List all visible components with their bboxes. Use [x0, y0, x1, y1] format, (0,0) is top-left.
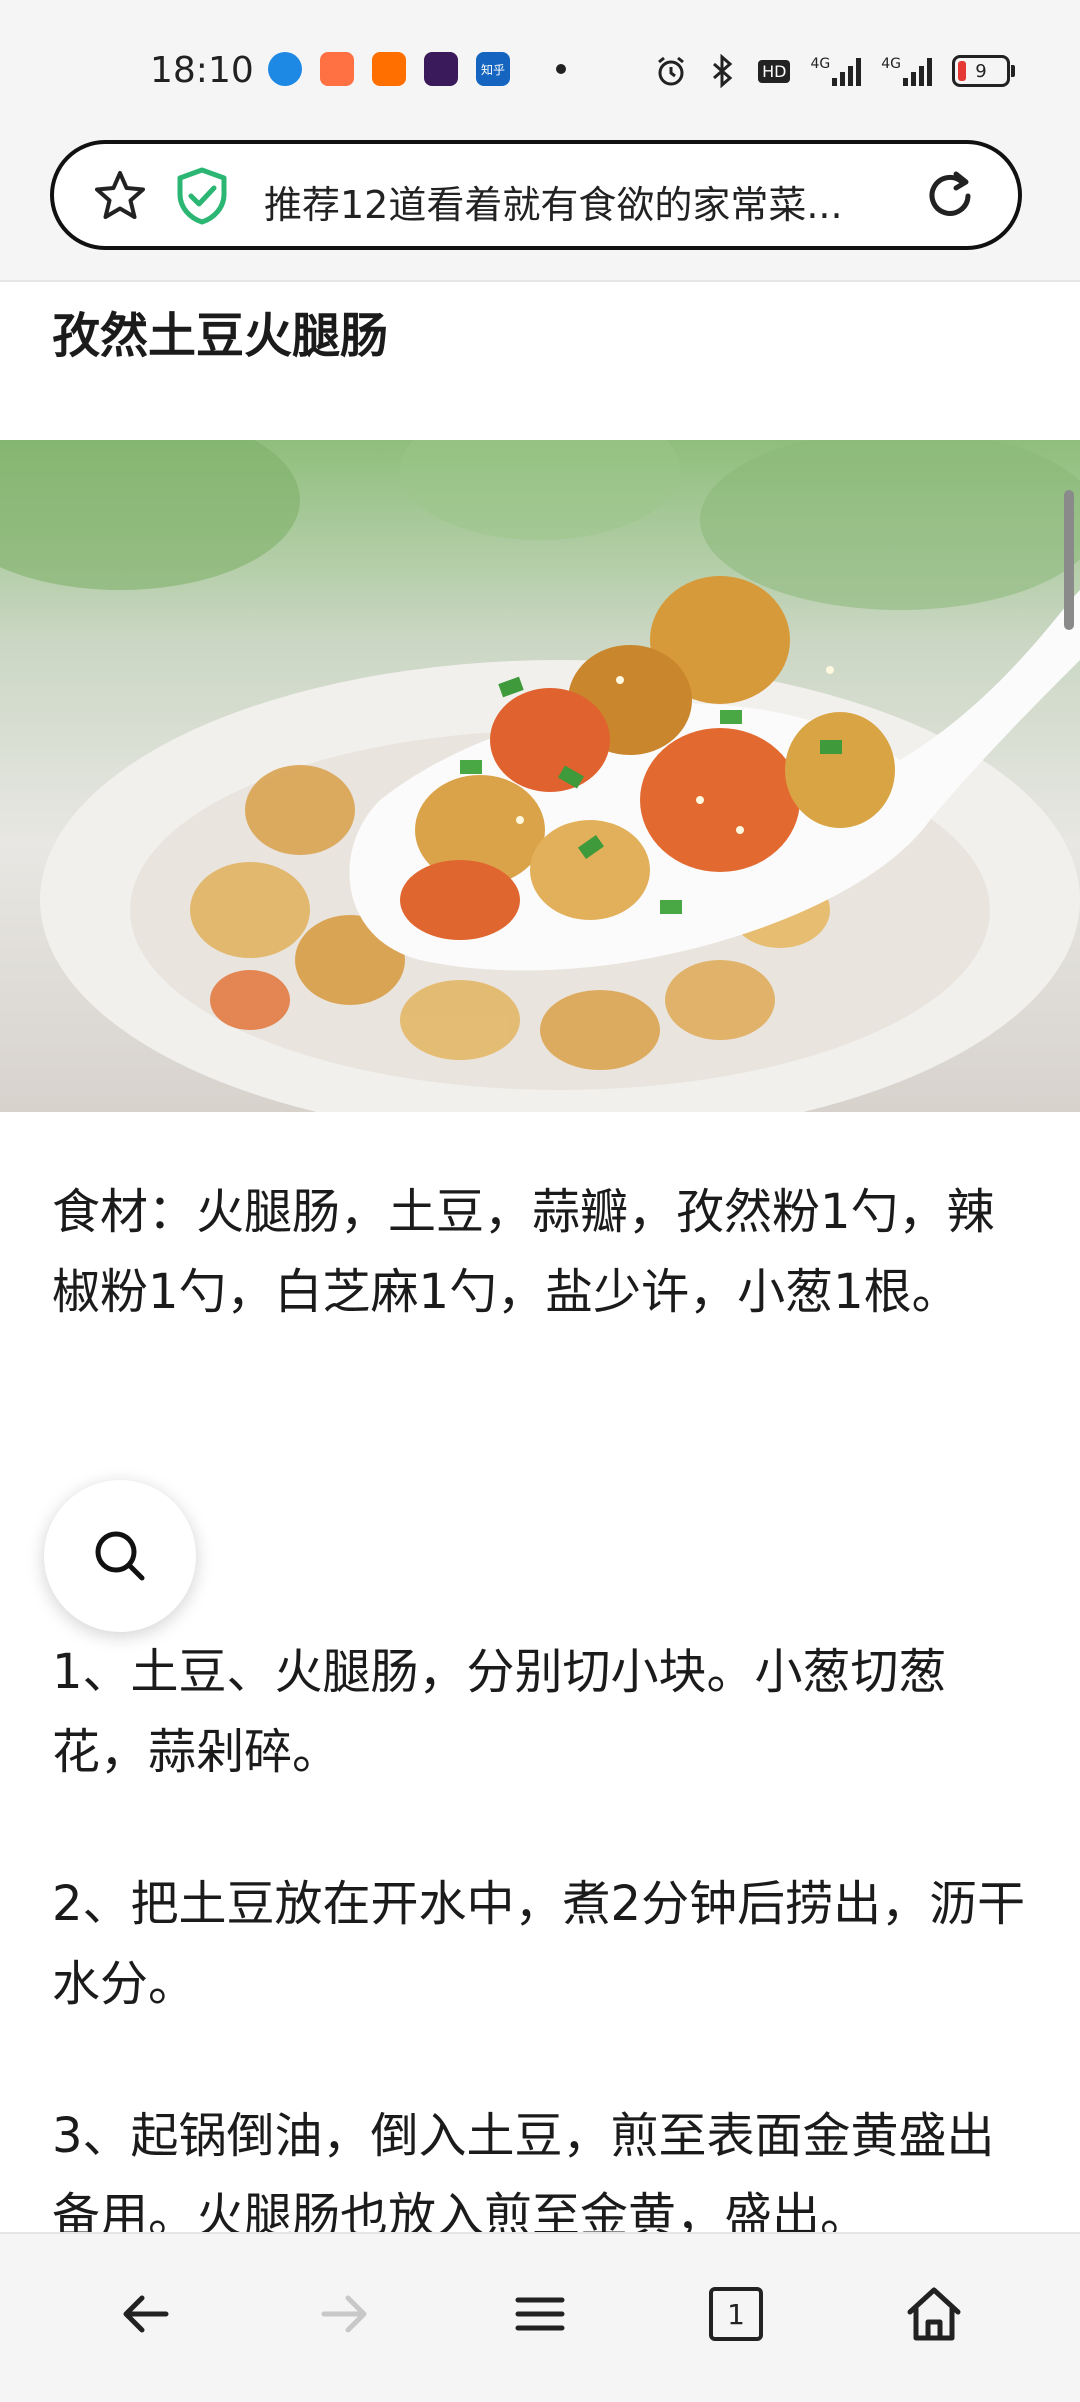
app-icon-3 [372, 52, 406, 86]
forward-button[interactable] [304, 2274, 384, 2354]
food-illustration [0, 440, 1080, 1112]
status-time: 18:10 [150, 50, 254, 91]
arrow-left-icon [123, 2295, 169, 2333]
home-icon [907, 2287, 961, 2341]
bottom-navigation-bar: 1 [0, 2232, 1080, 2402]
refresh-icon[interactable] [920, 166, 980, 226]
step-2: 2、把土豆放在开水中，煮2分钟后捞出，沥干水分。 [52, 1876, 1026, 2012]
search-icon [95, 1531, 145, 1581]
status-right: HD 4G 4G 9 [654, 54, 1015, 88]
network-type-label-2: 4G [881, 56, 901, 72]
scrollbar-thumb[interactable] [1064, 490, 1074, 630]
app-icon-2 [320, 52, 354, 86]
menu-button[interactable] [500, 2274, 580, 2354]
app-icon-4 [424, 52, 458, 86]
security-shield-icon[interactable] [174, 166, 230, 226]
zhihu-icon: 知乎 [476, 52, 510, 86]
address-bar[interactable]: 推荐12道看着就有食欲的家常菜... [50, 140, 1022, 250]
battery-level: 9 [975, 60, 987, 82]
star-icon[interactable] [92, 168, 148, 224]
page-title-url[interactable]: 推荐12道看着就有食欲的家常菜... [264, 174, 843, 229]
hd-badge: HD [758, 59, 791, 83]
article-title: 孜然土豆火腿肠 [52, 308, 389, 364]
tab-count-icon: 1 [709, 2287, 763, 2341]
tabs-button[interactable]: 1 [696, 2274, 776, 2354]
status-app-icons: 知乎 [268, 52, 566, 86]
floating-search-button[interactable] [44, 1480, 196, 1632]
food-photo [0, 440, 1080, 1112]
battery-icon: 9 [952, 55, 1015, 87]
browser-toolbar: 推荐12道看着就有食欲的家常菜... [0, 130, 1080, 282]
status-bar: 18:10 知乎 HD 4G 4G 9 [0, 0, 1080, 130]
alarm-icon [658, 56, 685, 86]
step-1: 1、土豆、火腿肠，分别切小块。小葱切葱花，蒜剁碎。 [52, 1644, 947, 1780]
home-button[interactable] [894, 2274, 974, 2354]
hamburger-menu-icon [515, 2297, 565, 2331]
back-button[interactable] [106, 2274, 186, 2354]
tab-count: 1 [727, 2297, 745, 2331]
bluetooth-icon [713, 54, 733, 88]
ingredients-paragraph: 食材：火腿肠，土豆，蒜瓣，孜然粉1勺，辣椒粉1勺，白芝麻1勺，盐少许，小葱1根。 [52, 1184, 995, 1320]
app-icon-1 [268, 52, 302, 86]
signal-2-icon: 4G [881, 56, 932, 86]
signal-1-icon: 4G [810, 56, 862, 86]
arrow-right-icon [321, 2295, 367, 2333]
network-type-label: 4G [810, 56, 831, 72]
notification-dot-icon [556, 64, 566, 74]
